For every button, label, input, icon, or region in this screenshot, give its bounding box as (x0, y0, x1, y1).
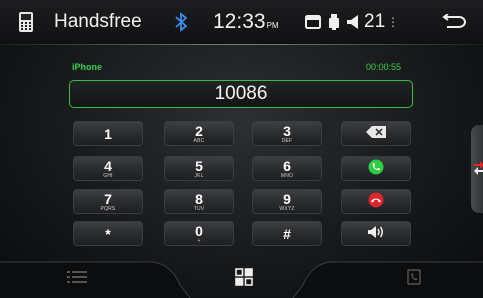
usb-icon (328, 0, 340, 44)
key-digit: 6 (283, 157, 291, 174)
clock-time: 12:33 (213, 10, 266, 33)
key-7[interactable]: 7 PQRS (73, 189, 143, 214)
volume-more-icon: ⋮ (387, 15, 399, 29)
key-letters: + (197, 237, 201, 244)
menu-grid-icon (235, 267, 253, 291)
key-letters: MNO (280, 172, 294, 179)
contacts-list-button[interactable] (66, 270, 88, 288)
key-digit: * (105, 225, 111, 242)
key-digit: 4 (104, 157, 112, 174)
key-digit: 9 (283, 190, 291, 207)
back-arrow-icon[interactable] (438, 0, 468, 44)
menu-grid-button[interactable] (233, 267, 255, 291)
bluetooth-icon (174, 0, 188, 44)
app-title: Handsfree (54, 11, 142, 32)
key-digit: 5 (195, 157, 203, 174)
answer-call-icon (368, 159, 384, 179)
clock: 12:33 PM (213, 0, 279, 44)
clock-ampm: PM (266, 20, 279, 30)
call-timer: 00:00:55 (366, 62, 402, 72)
key-letters: WXYZ (279, 205, 295, 212)
key-letters: ABC (193, 137, 205, 144)
dialed-number-display: 10086 (69, 80, 413, 108)
side-drawer-handle[interactable] (471, 125, 483, 213)
volume-level: 21 (364, 11, 386, 32)
key-digit: 0 (195, 222, 203, 239)
key-9[interactable]: 9 WXYZ (252, 189, 322, 214)
key-letters: JKL (194, 172, 204, 179)
key-digit: 8 (195, 190, 203, 207)
key-letters: PQRS (100, 205, 116, 212)
key-1[interactable]: 1 (73, 121, 143, 146)
key-digit: 2 (195, 122, 203, 139)
phone-app-icon (16, 0, 36, 44)
key-letters: TUV (193, 205, 205, 212)
audio-transfer-icon (367, 225, 385, 243)
status-bar: Handsfree 12:33 PM 21 ⋮ (0, 0, 483, 44)
key-digit: 7 (104, 190, 112, 207)
call-log-icon (407, 268, 421, 290)
hang-up-button[interactable] (341, 189, 411, 214)
key-digit: 3 (283, 122, 291, 139)
backspace-icon (366, 125, 386, 142)
connected-device: iPhone (72, 62, 103, 72)
key-star[interactable]: * (73, 221, 143, 246)
key-letters: DEF (281, 137, 293, 144)
key-3[interactable]: 3 DEF (252, 121, 322, 146)
transfer-arrows-icon (474, 159, 483, 180)
answer-call-button[interactable] (341, 156, 411, 181)
key-4[interactable]: 4 GHI (73, 156, 143, 181)
audio-transfer-button[interactable] (341, 221, 411, 246)
hang-up-icon (368, 192, 384, 212)
key-digit: 1 (104, 125, 112, 142)
key-6[interactable]: 6 MNO (252, 156, 322, 181)
contacts-list-icon (67, 270, 87, 289)
key-2[interactable]: 2 ABC (164, 121, 234, 146)
key-digit: # (283, 225, 291, 242)
key-0[interactable]: 0 + (164, 221, 234, 246)
call-log-button[interactable] (403, 268, 425, 290)
sd-card-icon (305, 0, 321, 44)
key-letters: GHI (103, 172, 113, 179)
speaker-icon (345, 0, 363, 44)
key-hash[interactable]: # (252, 221, 322, 246)
key-5[interactable]: 5 JKL (164, 156, 234, 181)
status-divider (0, 44, 483, 45)
backspace-button[interactable] (341, 121, 411, 146)
key-8[interactable]: 8 TUV (164, 189, 234, 214)
